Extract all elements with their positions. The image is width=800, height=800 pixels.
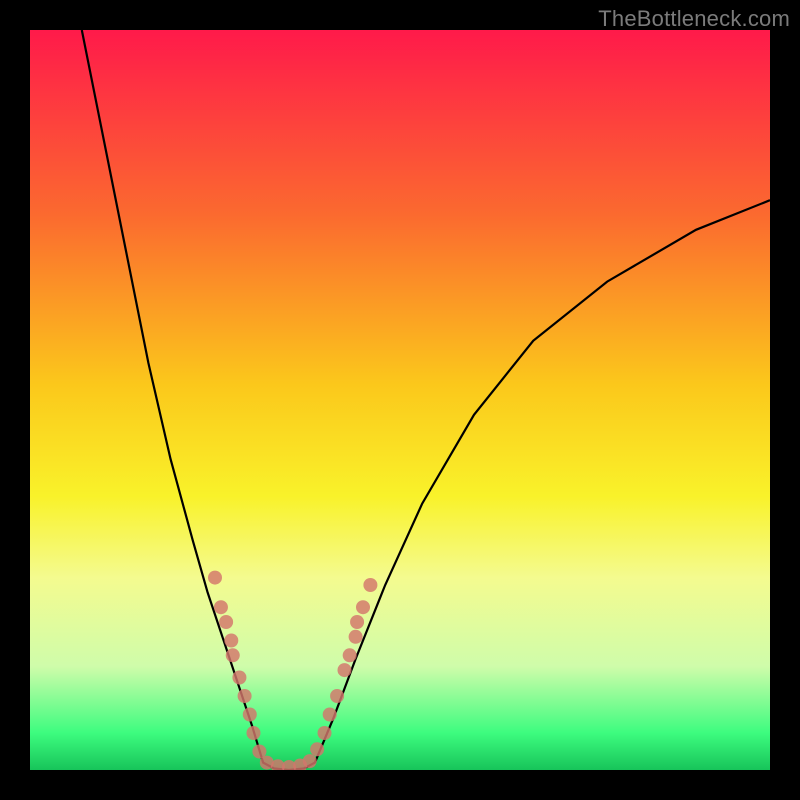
scatter-dot (330, 689, 344, 703)
scatter-dot (343, 648, 357, 662)
scatter-dot (323, 708, 337, 722)
scatter-dot (243, 708, 257, 722)
scatter-dot (246, 726, 260, 740)
watermark-text: TheBottleneck.com (598, 6, 790, 32)
scatter-dot (224, 634, 238, 648)
scatter-dot (350, 615, 364, 629)
scatter-dot (310, 742, 324, 756)
scatter-dot (208, 571, 222, 585)
scatter-dot (238, 689, 252, 703)
chart-frame: TheBottleneck.com (0, 0, 800, 800)
scatter-dot (214, 600, 228, 614)
scatter-dot (219, 615, 233, 629)
scatter-dot (226, 648, 240, 662)
scatter-dot (356, 600, 370, 614)
chart-svg (30, 30, 770, 770)
scatter-dot (338, 663, 352, 677)
scatter-dot (363, 578, 377, 592)
scatter-dot (232, 671, 246, 685)
plot-area (30, 30, 770, 770)
scatter-dot (349, 630, 363, 644)
scatter-dot (318, 726, 332, 740)
gradient-background (30, 30, 770, 770)
scatter-dot (303, 754, 317, 768)
